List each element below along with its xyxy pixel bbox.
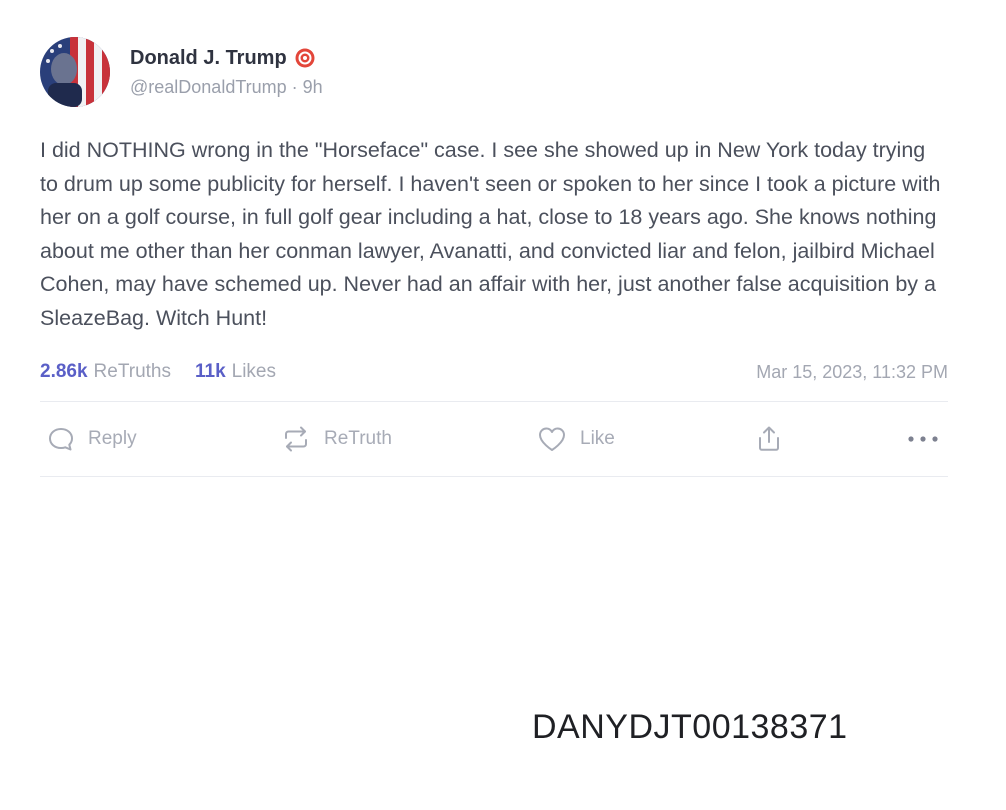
post-card: Donald J. Trump @realDonaldTrump · 9h I … [40,34,948,477]
reply-label: Reply [88,428,137,449]
likes-label[interactable]: Likes [232,361,276,383]
more-options-button[interactable] [906,434,940,444]
retruth-button[interactable]: ReTruth [280,424,536,454]
retruths-count[interactable]: 2.86k [40,361,88,383]
actions-divider [40,476,948,477]
avatar-image [40,37,110,107]
post-text: I did NOTHING wrong in the "Horseface" c… [40,138,941,330]
retruths-label[interactable]: ReTruths [94,361,171,383]
like-button[interactable]: Like [536,424,754,454]
author-avatar[interactable] [40,37,110,107]
post-age: 9h [302,76,323,97]
heart-icon [539,427,565,451]
action-bar: Reply ReTruth Like [40,402,948,476]
reply-button[interactable]: Reply [40,424,280,454]
author-display-name[interactable]: Donald J. Trump [130,47,287,70]
share-icon [759,426,779,451]
author-meta: Donald J. Trump @realDonaldTrump · 9h [130,47,323,98]
author-handle[interactable]: @realDonaldTrump [130,77,287,97]
post-stats: 2.86k ReTruths 11k Likes Mar 15, 2023, 1… [40,357,948,387]
author-name-row: Donald J. Trump [130,47,323,70]
more-icon [908,436,938,442]
bates-number: DANYDJT00138371 [532,708,848,746]
likes-count[interactable]: 11k [195,361,226,383]
retruth-label: ReTruth [324,428,392,449]
post-header: Donald J. Trump @realDonaldTrump · 9h [40,34,948,110]
meta-separator: · [286,76,303,97]
post-timestamp: Mar 15, 2023, 11:32 PM [756,361,948,382]
like-label: Like [580,428,615,449]
author-handle-row: @realDonaldTrump · 9h [130,77,323,98]
share-button[interactable] [754,424,904,454]
reply-icon [49,428,73,451]
verified-badge-icon [295,48,315,68]
retruth-icon [285,426,307,452]
